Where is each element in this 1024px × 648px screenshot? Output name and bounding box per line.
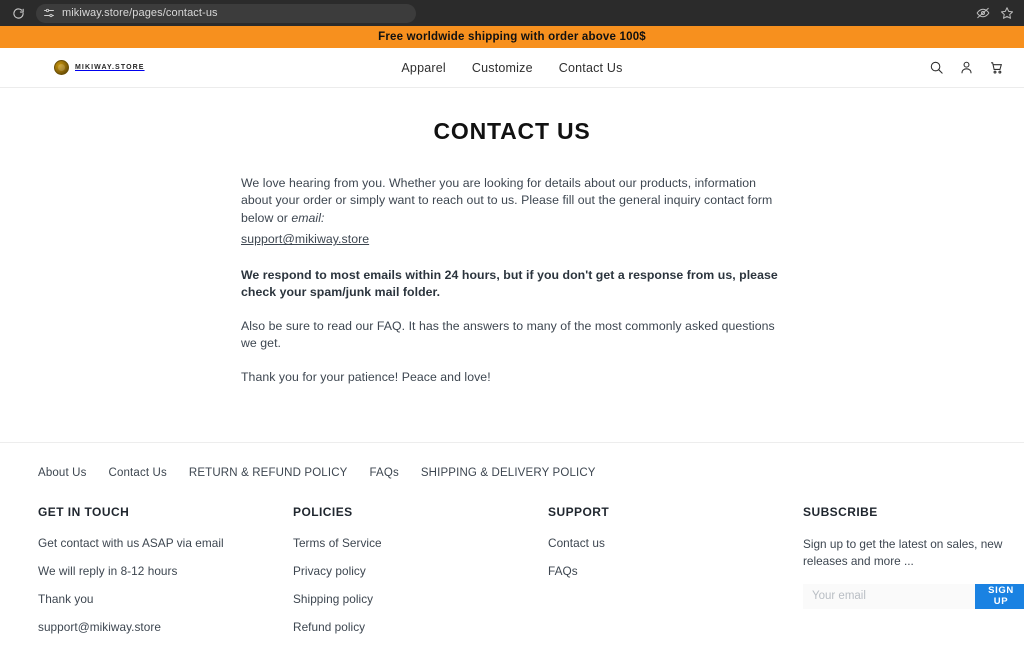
circular-logo-icon xyxy=(54,60,69,75)
main-navigation: Apparel Customize Contact Us xyxy=(0,61,1024,75)
footer-link-shipping-delivery-policy[interactable]: SHIPPING & DELIVERY POLICY xyxy=(421,467,596,479)
footer-column-subscribe: SUBSCRIBE Sign up to get the latest on s… xyxy=(803,505,1024,648)
star-bookmark-icon[interactable] xyxy=(1000,6,1014,20)
footer-column-title-policies: POLICIES xyxy=(293,505,353,519)
footer-column-title-subscribe: SUBSCRIBE xyxy=(803,505,878,519)
get-in-touch-item: Get contact with us ASAP via email xyxy=(38,536,224,550)
reload-icon[interactable] xyxy=(8,3,28,23)
main-content: CONTACT US We love hearing from you. Whe… xyxy=(0,88,1024,442)
footer-columns: GET IN TOUCH Get contact with us ASAP vi… xyxy=(0,479,1024,648)
page-title: CONTACT US xyxy=(433,118,591,144)
tune-sliders-icon[interactable] xyxy=(43,7,55,19)
subscribe-signup-button[interactable]: SIGN UP xyxy=(975,583,1024,609)
eye-off-icon[interactable] xyxy=(976,6,990,20)
policy-link-terms-of-service[interactable]: Terms of Service xyxy=(293,536,548,550)
footer-column-title-get-in-touch: GET IN TOUCH xyxy=(38,505,130,519)
footer-column-title-support: SUPPORT xyxy=(548,505,610,519)
browser-toolbar: mikiway.store/pages/contact-us xyxy=(0,0,1024,26)
footer-link-about-us[interactable]: About Us xyxy=(38,467,87,479)
nav-item-customize[interactable]: Customize xyxy=(472,61,533,75)
subscribe-email-input[interactable] xyxy=(803,583,975,609)
announcement-bar: Free worldwide shipping with order above… xyxy=(0,26,1024,48)
site-logo[interactable]: MIKIWAY.STORE xyxy=(20,60,145,75)
search-icon[interactable] xyxy=(929,60,944,75)
thanks-paragraph: Thank you for your patience! Peace and l… xyxy=(241,369,491,384)
subscribe-description: Sign up to get the latest on sales, new … xyxy=(803,537,1003,568)
intro-paragraph: We love hearing from you. Whether you ar… xyxy=(241,175,785,227)
policy-link-shipping-policy[interactable]: Shipping policy xyxy=(293,592,548,606)
footer-navigation: About Us Contact Us RETURN & REFUND POLI… xyxy=(0,443,1024,479)
subscribe-form: SIGN UP xyxy=(803,583,1024,609)
get-in-touch-item: We will reply in 8-12 hours xyxy=(38,564,178,578)
site-logo-text: MIKIWAY.STORE xyxy=(75,64,145,71)
address-bar-url: mikiway.store/pages/contact-us xyxy=(62,7,218,19)
footer-link-contact-us[interactable]: Contact Us xyxy=(109,467,167,479)
footer-column-get-in-touch: GET IN TOUCH Get contact with us ASAP vi… xyxy=(38,505,293,648)
site-footer: About Us Contact Us RETURN & REFUND POLI… xyxy=(0,442,1024,648)
footer-link-faqs[interactable]: FAQs xyxy=(369,467,398,479)
support-email-link[interactable]: support@mikiway.store xyxy=(241,231,369,248)
nav-item-apparel[interactable]: Apparel xyxy=(401,61,446,75)
support-link-faqs[interactable]: FAQs xyxy=(548,564,803,578)
support-link-contact-us[interactable]: Contact us xyxy=(548,536,803,550)
email-paragraph: support@mikiway.store xyxy=(241,231,785,248)
header-actions xyxy=(929,60,1004,75)
footer-column-support: SUPPORT Contact us FAQs xyxy=(548,505,803,648)
response-time-paragraph: We respond to most emails within 24 hour… xyxy=(241,267,778,300)
site-header: MIKIWAY.STORE Apparel Customize Contact … xyxy=(0,48,1024,88)
policy-link-privacy-policy[interactable]: Privacy policy xyxy=(293,564,548,578)
policy-link-refund-policy[interactable]: Refund policy xyxy=(293,620,548,634)
nav-item-contact-us[interactable]: Contact Us xyxy=(559,61,623,75)
announcement-text: Free worldwide shipping with order above… xyxy=(378,31,646,43)
intro-paragraph-emphasis: email: xyxy=(291,210,325,225)
address-bar[interactable]: mikiway.store/pages/contact-us xyxy=(36,3,416,23)
browser-toolbar-actions xyxy=(976,0,1014,26)
get-in-touch-email: support@mikiway.store xyxy=(38,620,161,634)
contact-body: We love hearing from you. Whether you ar… xyxy=(239,175,785,386)
get-in-touch-item: Thank you xyxy=(38,592,94,606)
faq-paragraph: Also be sure to read our FAQ. It has the… xyxy=(241,318,775,351)
footer-link-return-refund-policy[interactable]: RETURN & REFUND POLICY xyxy=(189,467,348,479)
shopping-cart-icon[interactable] xyxy=(989,60,1004,75)
footer-column-policies: POLICIES Terms of Service Privacy policy… xyxy=(293,505,548,648)
account-user-icon[interactable] xyxy=(959,60,974,75)
